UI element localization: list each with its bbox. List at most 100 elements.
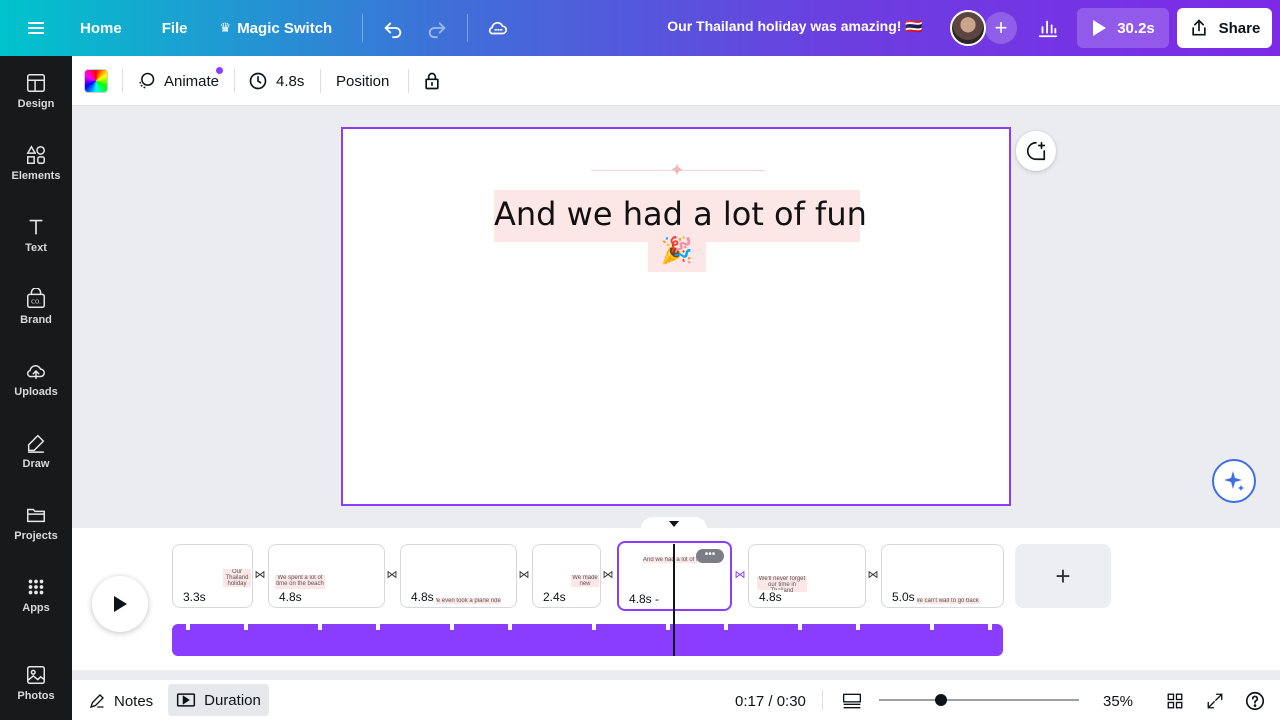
- page-more-options-button[interactable]: •••: [696, 549, 724, 563]
- grid-view-button[interactable]: [1166, 691, 1184, 711]
- notes-label: Notes: [114, 692, 154, 710]
- beat-marker: [376, 624, 380, 630]
- add-page-button[interactable]: +: [1015, 544, 1111, 608]
- beat-marker: [508, 624, 512, 630]
- svg-text:CO.: CO.: [31, 300, 41, 306]
- headline-text[interactable]: And we had a lot of fun: [494, 195, 867, 233]
- design-canvas[interactable]: ✦ And we had a lot of fun 🎉: [341, 127, 1011, 506]
- magic-switch-button[interactable]: ♛ Magic Switch: [212, 12, 341, 45]
- photos-icon: [27, 666, 45, 684]
- sidebar-item-label: Elements: [11, 170, 61, 182]
- insights-button[interactable]: [1030, 10, 1066, 46]
- share-button[interactable]: Share: [1177, 8, 1272, 48]
- clock-icon: [249, 72, 267, 90]
- timeline-collapse-handle[interactable]: [641, 517, 707, 531]
- time-display: 0:17 / 0:30: [735, 692, 806, 710]
- sidebar-item-projects[interactable]: Projects: [0, 493, 72, 553]
- page-view-toggle[interactable]: [842, 691, 862, 711]
- beat-marker: [988, 624, 992, 630]
- bar-chart-icon: [1038, 20, 1058, 38]
- comment-plus-icon: [1027, 141, 1046, 161]
- divider: [822, 690, 823, 710]
- transition-icon[interactable]: ⋈: [866, 568, 880, 582]
- chevron-down-icon: [669, 521, 679, 527]
- page-thumbnail-text: Our Thailand holiday was amazing!: [223, 569, 251, 587]
- page-thumbnail-text: We made new friends: [571, 575, 599, 587]
- home-button[interactable]: Home: [72, 12, 130, 45]
- duration-button[interactable]: Duration: [168, 684, 269, 716]
- audio-track[interactable]: [172, 624, 1003, 656]
- sidebar-item-label: Design: [17, 98, 55, 110]
- sidebar-item-brand[interactable]: CO. Brand: [0, 277, 72, 337]
- sidebar-item-label: Draw: [22, 458, 50, 470]
- text-color-swatch[interactable]: [84, 69, 108, 93]
- timeline-page[interactable]: We made new friends 2.4s: [532, 544, 601, 608]
- sidebar-item-apps[interactable]: Apps: [0, 565, 72, 625]
- position-button[interactable]: Position: [336, 69, 389, 93]
- apps-icon: [28, 579, 44, 595]
- transition-icon[interactable]: ⋈: [601, 568, 615, 582]
- zoom-slider[interactable]: [879, 699, 1079, 701]
- page-duration: 3.3s: [181, 590, 208, 604]
- divider: [122, 69, 123, 93]
- help-button[interactable]: [1244, 691, 1266, 711]
- plus-icon: +: [994, 15, 1008, 40]
- party-popper-icon[interactable]: 🎉: [659, 235, 695, 267]
- draw-icon: [27, 434, 45, 453]
- transition-icon[interactable]: ⋈: [253, 568, 267, 582]
- transition-icon[interactable]: ⋈: [517, 568, 531, 582]
- magic-assistant-button[interactable]: [1212, 459, 1256, 503]
- beat-marker: [186, 624, 190, 630]
- sidebar-item-label: Text: [25, 242, 47, 254]
- timing-button[interactable]: 4.8s: [248, 69, 304, 93]
- timeline-play-button[interactable]: [92, 576, 148, 632]
- add-collaborator-button[interactable]: +: [985, 12, 1017, 44]
- lock-button[interactable]: [422, 69, 442, 93]
- design-icon: [27, 74, 45, 92]
- expand-icon: [1207, 693, 1223, 709]
- playhead[interactable]: [673, 544, 675, 656]
- divider: [320, 69, 321, 93]
- layout-icon: [843, 693, 861, 709]
- page-thumbnail-text: We even took a plane ride: [431, 598, 501, 604]
- sparkle-icon: [1224, 471, 1244, 491]
- transition-icon[interactable]: ⋈: [385, 568, 399, 582]
- notes-button[interactable]: Notes: [88, 691, 153, 711]
- page-duration: 2.4s: [541, 590, 568, 604]
- sidebar-item-elements[interactable]: Elements: [0, 133, 72, 193]
- sidebar-item-label: Uploads: [14, 386, 58, 398]
- zoom-slider-knob[interactable]: [935, 694, 947, 706]
- cloud-save-button[interactable]: [480, 10, 516, 46]
- fullscreen-button[interactable]: [1206, 691, 1224, 711]
- avatar[interactable]: [950, 10, 986, 46]
- beat-marker: [318, 624, 322, 630]
- present-button[interactable]: 30.2s: [1077, 8, 1169, 48]
- elements-icon: [26, 145, 45, 164]
- crown-icon: ♛: [219, 20, 232, 35]
- timeline-page[interactable]: We spent a lot of time on the beach 4.8s: [268, 544, 385, 608]
- zoom-level[interactable]: 35%: [1103, 691, 1133, 711]
- file-menu-button[interactable]: File: [154, 12, 196, 45]
- menu-button[interactable]: [0, 0, 72, 56]
- magic-switch-label: Magic Switch: [237, 19, 333, 37]
- add-comment-button[interactable]: [1016, 131, 1056, 171]
- timeline-page[interactable]: We'll never forget our time in Thailand …: [748, 544, 866, 608]
- page-duration: 5.0s: [890, 590, 917, 604]
- share-icon: [1191, 19, 1206, 36]
- sidebar-item-text[interactable]: Text: [0, 205, 72, 265]
- timeline-page[interactable]: Our Thailand holiday was amazing! 3.3s: [172, 544, 253, 608]
- undo-button[interactable]: [375, 10, 411, 46]
- document-title[interactable]: Our Thailand holiday was amazing! 🇹🇭: [660, 18, 930, 35]
- page-thumbnail-text: We spent a lot of time on the beach: [275, 575, 325, 589]
- timeline-page[interactable]: We even took a plane ride 4.8s: [400, 544, 517, 608]
- timeline-page[interactable]: We can't wait to go back soon 5.0s: [881, 544, 1004, 608]
- sidebar-item-uploads[interactable]: Uploads: [0, 349, 72, 409]
- sidebar-item-draw[interactable]: Draw: [0, 421, 72, 481]
- animate-button[interactable]: Animate: [136, 69, 219, 93]
- transition-icon[interactable]: ⋈: [733, 568, 747, 582]
- sidebar-item-photos[interactable]: Photos: [0, 653, 72, 713]
- sidebar-item-label: Brand: [20, 314, 52, 326]
- beat-marker: [450, 624, 454, 630]
- redo-button[interactable]: [419, 10, 455, 46]
- sidebar-item-design[interactable]: Design: [0, 61, 72, 121]
